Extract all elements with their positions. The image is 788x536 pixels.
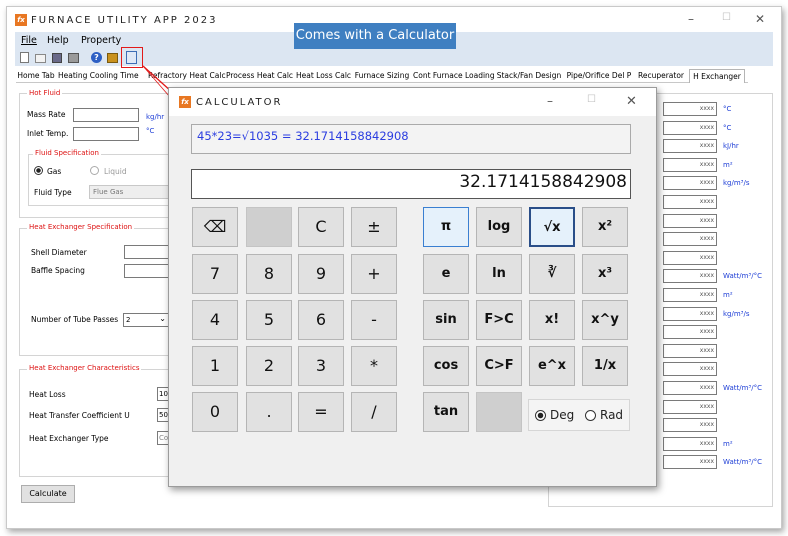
result-text: 32.1714158842908 bbox=[459, 172, 627, 192]
calculator-logo: fx bbox=[179, 96, 191, 108]
equals-button[interactable]: = bbox=[298, 392, 344, 432]
multiply-button[interactable]: * bbox=[351, 346, 397, 386]
tan-button[interactable]: tan bbox=[423, 392, 469, 432]
plus-button[interactable]: + bbox=[351, 254, 397, 294]
power-button[interactable]: x^y bbox=[582, 300, 628, 340]
digit-7-button[interactable]: 7 bbox=[192, 254, 238, 294]
divide-button[interactable]: / bbox=[351, 392, 397, 432]
expression-display: 45*23=√1035 = 32.1714158842908 bbox=[191, 124, 631, 154]
calculator-close-button[interactable]: ✕ bbox=[626, 94, 637, 109]
calculator-titlebar: fx CALCULATOR – ☐ ✕ bbox=[169, 88, 656, 116]
blank-key-top bbox=[246, 207, 292, 247]
cube-root-button[interactable]: ∛ bbox=[529, 254, 575, 294]
angle-mode-group: Deg Rad bbox=[528, 399, 630, 431]
deg-label: Deg bbox=[550, 408, 575, 422]
deg-radio[interactable] bbox=[535, 410, 546, 421]
sqrt-button[interactable]: √x bbox=[529, 207, 575, 247]
digit-0-button[interactable]: 0 bbox=[192, 392, 238, 432]
calculator-title: CALCULATOR bbox=[196, 97, 283, 108]
digit-6-button[interactable]: 6 bbox=[298, 300, 344, 340]
blank-key-bottom bbox=[476, 392, 522, 432]
clear-button[interactable]: C bbox=[298, 207, 344, 247]
e-button[interactable]: e bbox=[423, 254, 469, 294]
cube-button[interactable]: x³ bbox=[582, 254, 628, 294]
pi-button[interactable]: π bbox=[423, 207, 469, 247]
c-to-f-button[interactable]: C>F bbox=[476, 346, 522, 386]
digit-9-button[interactable]: 9 bbox=[298, 254, 344, 294]
calculator-minimize-button[interactable]: – bbox=[547, 94, 553, 108]
digit-8-button[interactable]: 8 bbox=[246, 254, 292, 294]
digit-1-button[interactable]: 1 bbox=[192, 346, 238, 386]
reciprocal-button[interactable]: 1/x bbox=[582, 346, 628, 386]
log-button[interactable]: log bbox=[476, 207, 522, 247]
sin-button[interactable]: sin bbox=[423, 300, 469, 340]
cos-button[interactable]: cos bbox=[423, 346, 469, 386]
digit-4-button[interactable]: 4 bbox=[192, 300, 238, 340]
ln-button[interactable]: ln bbox=[476, 254, 522, 294]
plus-minus-button[interactable]: ± bbox=[351, 207, 397, 247]
f-to-c-button[interactable]: F>C bbox=[476, 300, 522, 340]
square-button[interactable]: x² bbox=[582, 207, 628, 247]
decimal-button[interactable]: . bbox=[246, 392, 292, 432]
result-display: 32.1714158842908 bbox=[191, 169, 631, 199]
calculator-window: fx CALCULATOR – ☐ ✕ 45*23=√1035 = 32.171… bbox=[168, 87, 657, 487]
digit-2-button[interactable]: 2 bbox=[246, 346, 292, 386]
expression-text: 45*23=√1035 = 32.1714158842908 bbox=[197, 129, 409, 143]
backspace-button[interactable]: ⌫ bbox=[192, 207, 238, 247]
rad-label: Rad bbox=[600, 408, 624, 422]
digit-5-button[interactable]: 5 bbox=[246, 300, 292, 340]
exp-button[interactable]: e^x bbox=[529, 346, 575, 386]
digit-3-button[interactable]: 3 bbox=[298, 346, 344, 386]
calculator-maximize-button[interactable]: ☐ bbox=[587, 94, 596, 105]
minus-button[interactable]: - bbox=[351, 300, 397, 340]
rad-radio[interactable] bbox=[585, 410, 596, 421]
factorial-button[interactable]: x! bbox=[529, 300, 575, 340]
